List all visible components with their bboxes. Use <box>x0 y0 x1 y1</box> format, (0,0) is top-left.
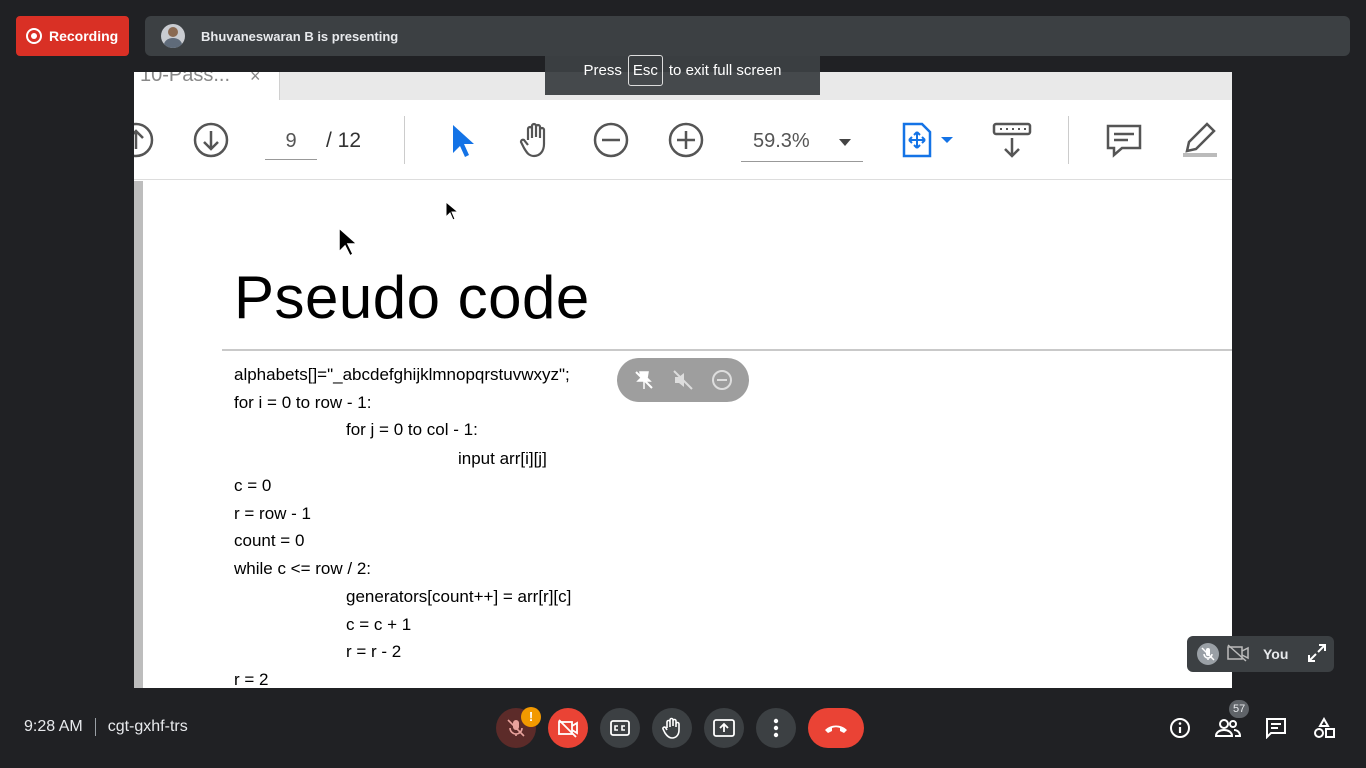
mic-off-icon <box>1197 643 1219 665</box>
camera-off-icon <box>558 719 578 738</box>
code-line: while c <= row / 2: <box>234 559 372 578</box>
scroll-down-icon[interactable] <box>191 120 231 160</box>
pdf-page: Pseudo code alphabets[]="_abcdefghijklmn… <box>134 181 1232 688</box>
toolbar-divider <box>404 116 405 164</box>
hand-raise-icon <box>662 717 680 739</box>
pin-off-icon[interactable] <box>631 367 657 393</box>
chat-button[interactable] <box>1261 713 1291 743</box>
clock-time: 9:28 AM <box>24 718 83 735</box>
self-label: You <box>1263 646 1289 662</box>
code-line: r = row - 1 <box>234 504 311 523</box>
participants-count-badge: 57 <box>1229 700 1250 718</box>
recording-icon <box>26 28 42 44</box>
recording-badge[interactable]: Recording <box>16 16 129 56</box>
activities-icon <box>1314 717 1335 738</box>
code-line: c = c + 1 <box>346 615 412 634</box>
hang-up-icon <box>825 725 847 733</box>
raise-hand-button[interactable] <box>652 708 692 748</box>
code-line: r = r - 2 <box>346 642 402 661</box>
code-line: count = 0 <box>234 531 305 550</box>
more-options-button[interactable] <box>756 708 796 748</box>
people-icon <box>1215 719 1241 737</box>
presenter-text: Bhuvaneswaran B is presenting <box>201 28 399 44</box>
close-icon[interactable]: × <box>250 72 261 87</box>
pdf-toolbar: 9 / 12 59.3% <box>134 100 1232 180</box>
code-line: alphabets[]="_abcdefghijklmnopqrstuvwxyz… <box>234 365 570 384</box>
code-line: c = 0 <box>234 476 272 495</box>
select-pointer-icon[interactable] <box>441 120 481 160</box>
presenter-cursor-icon <box>338 226 359 258</box>
presenter-control-pill <box>617 358 749 402</box>
toast-suffix: to exit full screen <box>668 61 782 79</box>
fit-page-icon[interactable] <box>899 120 955 160</box>
more-vert-icon <box>773 718 779 738</box>
code-line: generators[count++] = arr[r][c] <box>346 587 572 606</box>
comment-icon[interactable] <box>1104 120 1144 160</box>
expand-icon[interactable] <box>1308 643 1327 665</box>
leave-call-button[interactable] <box>808 708 864 748</box>
page-edge <box>134 181 143 688</box>
title-divider <box>222 349 1232 351</box>
toast-prefix: Press <box>583 61 622 79</box>
presenter-avatar <box>161 24 185 48</box>
scroll-up-icon[interactable] <box>134 120 156 160</box>
present-screen-button[interactable] <box>704 708 744 748</box>
remove-icon[interactable] <box>709 367 735 393</box>
code-line: input arr[i][j] <box>458 449 547 468</box>
chevron-down-icon[interactable] <box>839 139 851 146</box>
recording-label: Recording <box>49 28 119 44</box>
chat-icon <box>1266 718 1286 739</box>
meeting-code: cgt-gxhf-trs <box>107 718 188 735</box>
mic-warning-badge: ! <box>521 707 541 727</box>
camera-button[interactable] <box>548 708 588 748</box>
page-number-input[interactable]: 9 <box>265 122 317 160</box>
zoom-select[interactable]: 59.3% <box>741 122 863 162</box>
captions-icon <box>610 720 630 736</box>
camera-off-icon <box>1227 643 1249 665</box>
document-title: Pseudo code <box>234 264 590 331</box>
activities-button[interactable] <box>1309 713 1339 743</box>
pdf-tab-label: 10-Pass... <box>140 72 231 86</box>
present-icon <box>713 719 735 737</box>
page-total: / 12 <box>326 129 362 152</box>
zoom-value: 59.3% <box>753 130 810 152</box>
volume-off-icon[interactable] <box>670 367 696 393</box>
highlight-pen-icon[interactable] <box>1179 120 1219 160</box>
zoom-in-icon[interactable] <box>666 120 706 160</box>
toolbar-divider <box>1068 116 1069 164</box>
self-view-tile[interactable]: You <box>1187 636 1334 672</box>
info-divider <box>94 718 96 736</box>
zoom-out-icon[interactable] <box>591 120 631 160</box>
mouse-cursor-icon <box>445 201 459 221</box>
pdf-tab[interactable]: 10-Pass... × <box>134 72 280 100</box>
fullscreen-toast: Press Esc to exit full screen <box>545 45 820 95</box>
meeting-details-button[interactable] <box>1165 713 1195 743</box>
info-icon <box>1170 718 1190 738</box>
meeting-info: 9:28 AM cgt-gxhf-trs <box>24 718 188 736</box>
code-line: for j = 0 to col - 1: <box>346 420 478 439</box>
page-scroll-icon[interactable] <box>992 120 1032 160</box>
code-line: for i = 0 to row - 1: <box>234 393 372 412</box>
captions-button[interactable] <box>600 708 640 748</box>
hand-tool-icon[interactable] <box>516 120 556 160</box>
esc-key: Esc <box>627 54 663 86</box>
code-line: r = 2 <box>234 670 269 688</box>
